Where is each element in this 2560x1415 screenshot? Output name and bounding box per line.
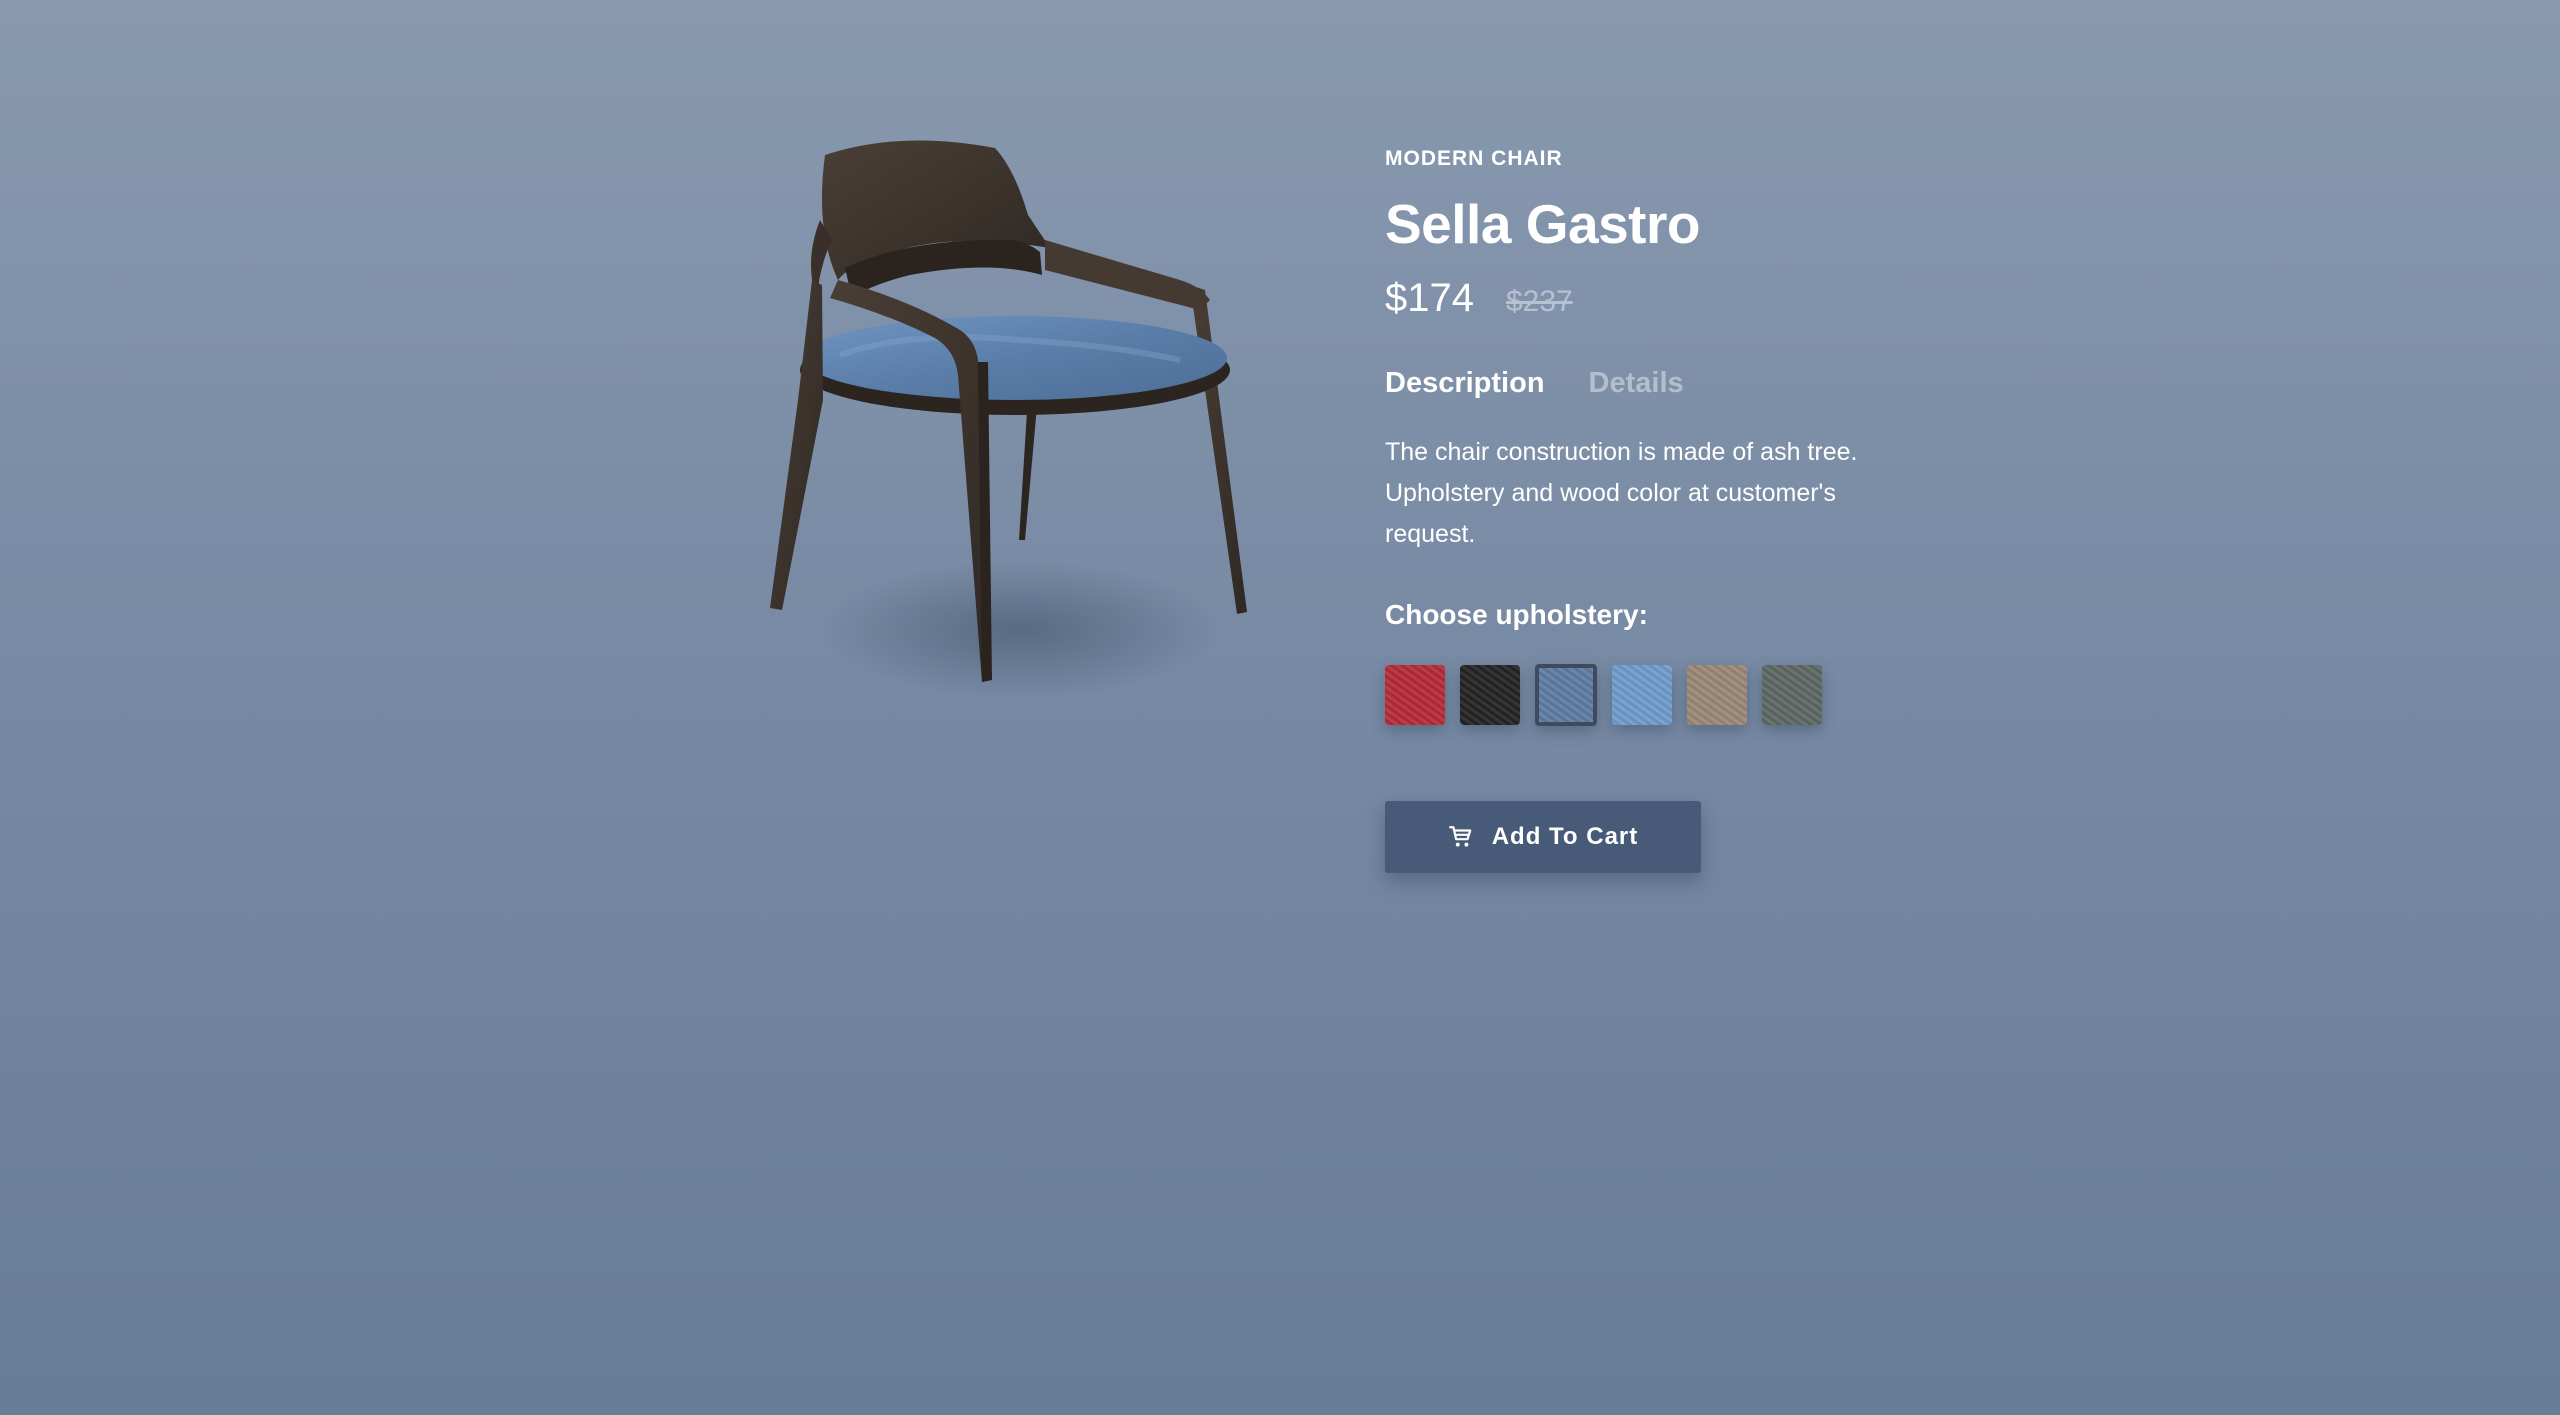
- product-category: MODERN CHAIR: [1385, 147, 1563, 170]
- swatch-beige[interactable]: [1687, 665, 1747, 725]
- old-price: $237: [1505, 285, 1573, 318]
- product-title: Sella Gastro: [1385, 193, 1700, 255]
- tab-details[interactable]: Details: [1589, 364, 1684, 402]
- tab-description[interactable]: Description: [1385, 364, 1545, 402]
- product-page: MODERN CHAIR Sella Gastro $174 $237 Desc…: [0, 0, 2560, 1415]
- swatch-red[interactable]: [1385, 665, 1445, 725]
- product-description: The chair construction is made of ash tr…: [1385, 438, 1858, 548]
- swatch-light-blue[interactable]: [1612, 665, 1672, 725]
- swatch-gray-green[interactable]: [1762, 665, 1822, 725]
- cart-icon: [1448, 826, 1472, 847]
- upholstery-label: Choose upholstery:: [1385, 599, 1648, 630]
- upholstery-swatches: [1385, 663, 2005, 727]
- info-tabs: Description Details: [1385, 364, 2005, 402]
- chair-illustration: [770, 140, 1247, 700]
- swatch-blue-velvet[interactable]: [1535, 664, 1597, 726]
- swatch-black[interactable]: [1460, 665, 1520, 725]
- add-to-cart-button[interactable]: Add To Cart: [1385, 801, 1701, 873]
- price-row: $174 $237: [1385, 274, 2005, 322]
- current-price: $174: [1385, 276, 1474, 320]
- product-info: MODERN CHAIR Sella Gastro $174 $237 Desc…: [1385, 146, 2005, 873]
- chair-image: [760, 130, 1280, 750]
- add-to-cart-label: Add To Cart: [1491, 823, 1639, 850]
